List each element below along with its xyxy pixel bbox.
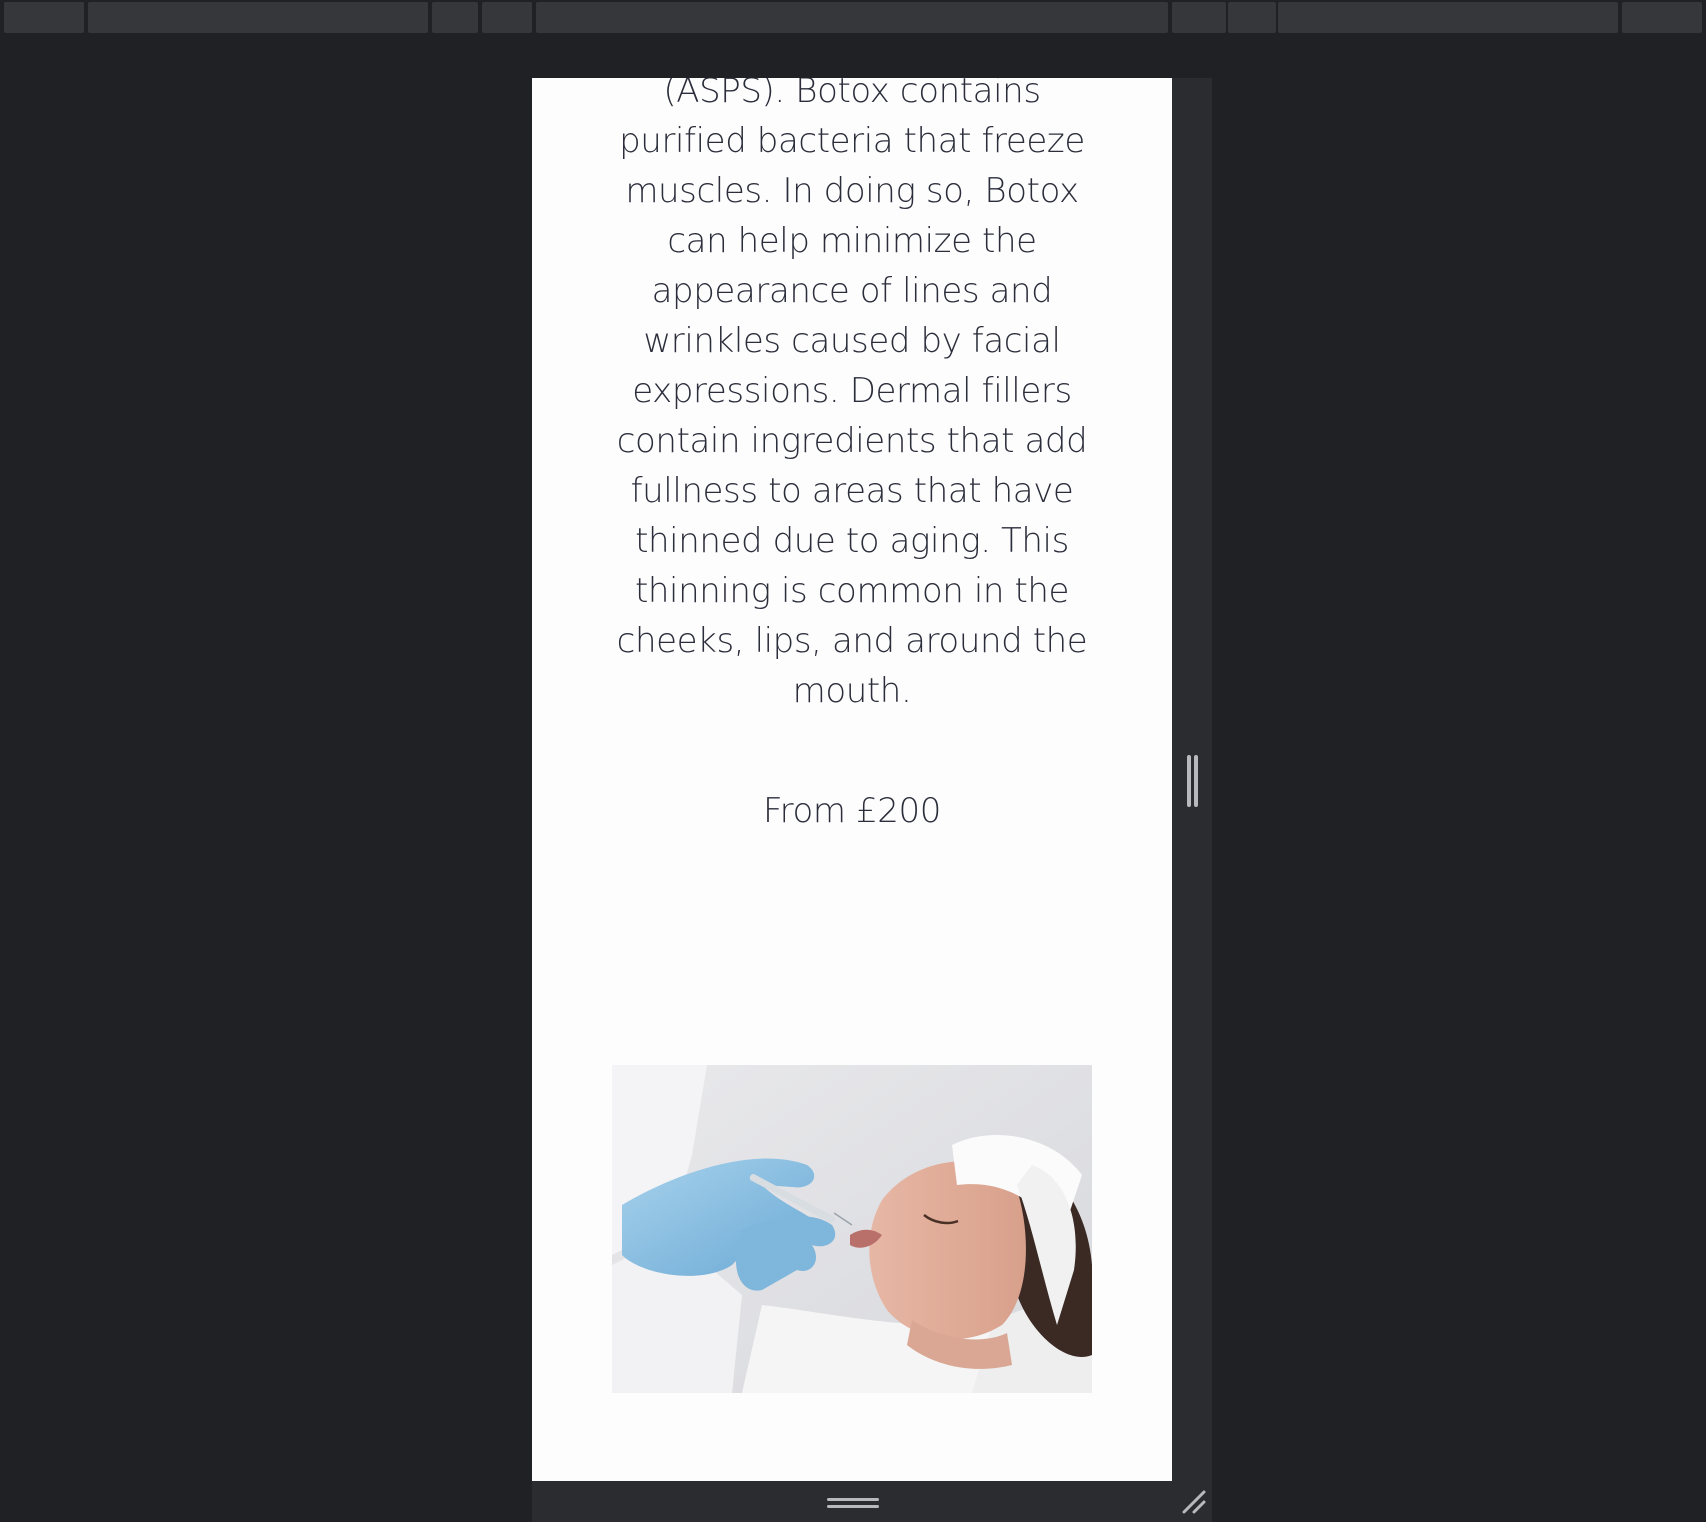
price-label: From £200 [763, 791, 941, 831]
toolbar-device-select[interactable] [88, 2, 428, 33]
toolbar-height-field[interactable] [482, 2, 532, 33]
page-viewport[interactable]: (ASPS). Botox contains purified bacteria… [532, 78, 1172, 1481]
toolbar-dimensions-dropdown[interactable] [4, 2, 84, 33]
vertical-grip-icon [1187, 755, 1191, 807]
article-paragraph: (ASPS). Botox contains purified bacteria… [616, 78, 1088, 711]
vertical-grip-icon [1194, 755, 1198, 807]
treatment-photo [612, 1065, 1092, 1393]
toolbar-rotate-button[interactable] [1228, 2, 1276, 33]
horizontal-grip-icon [827, 1505, 879, 1508]
horizontal-grip-icon [827, 1498, 879, 1501]
devtools-toolbar [0, 0, 1706, 36]
toolbar-zoom-select[interactable] [536, 2, 1168, 33]
device-frame: (ASPS). Botox contains purified bacteria… [532, 78, 1212, 1522]
toolbar-width-field[interactable] [432, 2, 478, 33]
resize-corner-icon[interactable] [1180, 1488, 1208, 1516]
bottom-resize-handle[interactable] [827, 1498, 879, 1510]
toolbar-more-button[interactable] [1622, 2, 1702, 33]
side-resize-handle[interactable] [1187, 755, 1199, 807]
toolbar-throttle-button[interactable] [1172, 2, 1226, 33]
toolbar-options-select[interactable] [1278, 2, 1618, 33]
